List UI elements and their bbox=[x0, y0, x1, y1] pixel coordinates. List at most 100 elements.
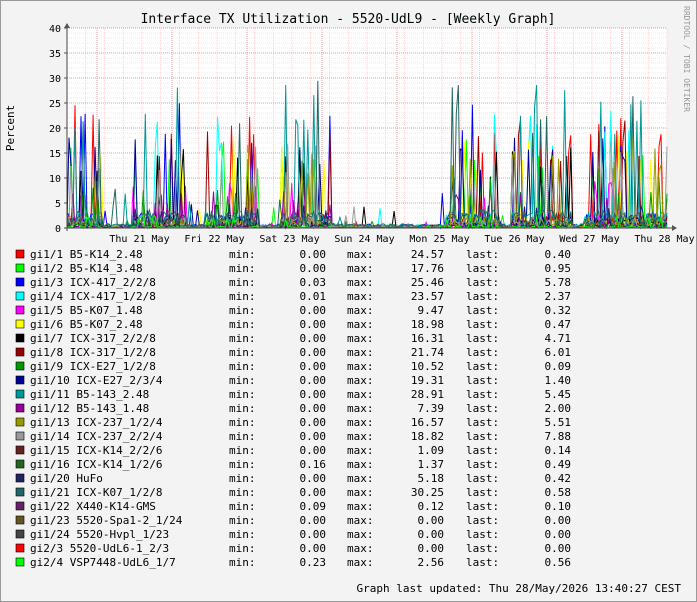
legend-name: gi1/3 ICX-417_2/2/8 bbox=[30, 276, 156, 289]
y-tick-label: 15 bbox=[49, 149, 61, 160]
y-tick-label: 25 bbox=[49, 99, 61, 110]
legend-max-label: max: bbox=[347, 262, 374, 275]
legend-swatch bbox=[15, 361, 25, 371]
legend-last-value: 4.71 bbox=[545, 332, 572, 345]
legend-min-label: min: bbox=[229, 304, 256, 317]
legend-min-value: 0.23 bbox=[300, 556, 327, 569]
legend-swatch bbox=[15, 403, 25, 413]
legend-min-label: min: bbox=[229, 542, 256, 555]
legend-swatch bbox=[15, 263, 25, 273]
legend-max-label: max: bbox=[347, 430, 374, 443]
y-tick-label: 30 bbox=[49, 74, 61, 85]
x-tick-label: Tue 26 May bbox=[484, 234, 544, 245]
legend-last-label: last: bbox=[466, 486, 499, 499]
legend-min-value: 0.00 bbox=[300, 430, 327, 443]
legend-min-value: 0.00 bbox=[300, 360, 327, 373]
legend-min-value: 0.03 bbox=[300, 276, 327, 289]
legend-last-label: last: bbox=[466, 458, 499, 471]
legend-min-label: min: bbox=[229, 486, 256, 499]
legend-max-value: 1.09 bbox=[418, 444, 445, 457]
legend-last-value: 0.42 bbox=[545, 472, 572, 485]
legend-last-label: last: bbox=[466, 290, 499, 303]
legend-last-value: 0.32 bbox=[545, 304, 572, 317]
legend-last-value: 0.47 bbox=[545, 318, 572, 331]
legend-last-value: 0.49 bbox=[545, 458, 572, 471]
legend-min-value: 0.00 bbox=[300, 374, 327, 387]
x-tick-label: Fri 22 May bbox=[184, 234, 244, 245]
legend-swatch bbox=[15, 277, 25, 287]
legend-min-label: min: bbox=[229, 514, 256, 527]
legend-name: gi1/2 B5-K14_3.48 bbox=[30, 262, 143, 275]
legend-name: gi1/5 B5-K07_1.48 bbox=[30, 304, 143, 317]
legend-name: gi1/15 ICX-K14_2/2/6 bbox=[30, 444, 162, 457]
legend-min-label: min: bbox=[229, 430, 256, 443]
legend-max-label: max: bbox=[347, 556, 374, 569]
legend-min-value: 0.00 bbox=[300, 542, 327, 555]
legend-last-label: last: bbox=[466, 542, 499, 555]
legend-last-label: last: bbox=[466, 388, 499, 401]
legend-min-label: min: bbox=[229, 472, 256, 485]
legend-swatch bbox=[15, 333, 25, 343]
legend-swatch bbox=[15, 375, 25, 385]
legend-min-value: 0.00 bbox=[300, 332, 327, 345]
legend-last-label: last: bbox=[466, 276, 499, 289]
legend-name: gi1/11 B5-143_2.48 bbox=[30, 388, 149, 401]
legend-last-label: last: bbox=[466, 556, 499, 569]
y-tick-label: 10 bbox=[49, 174, 61, 185]
legend-swatch bbox=[15, 459, 25, 469]
legend-max-value: 18.82 bbox=[411, 430, 444, 443]
legend-max-label: max: bbox=[347, 304, 374, 317]
legend-min-label: min: bbox=[229, 346, 256, 359]
legend-name: gi1/14 ICX-237_2/2/4 bbox=[30, 430, 163, 443]
legend-last-label: last: bbox=[466, 360, 499, 373]
legend-min-value: 0.16 bbox=[300, 458, 327, 471]
legend-last-label: last: bbox=[466, 262, 499, 275]
legend-max-label: max: bbox=[347, 486, 374, 499]
legend-last-label: last: bbox=[466, 500, 499, 513]
legend-min-value: 0.00 bbox=[300, 486, 327, 499]
legend-max-label: max: bbox=[347, 318, 374, 331]
legend-swatch bbox=[15, 249, 25, 259]
legend-max-value: 30.25 bbox=[411, 486, 444, 499]
legend-swatch bbox=[15, 389, 25, 399]
legend-min-value: 0.00 bbox=[300, 402, 327, 415]
legend-max-label: max: bbox=[347, 458, 374, 471]
legend-min-label: min: bbox=[229, 458, 256, 471]
legend-last-value: 7.88 bbox=[545, 430, 572, 443]
legend-min-value: 0.00 bbox=[300, 514, 327, 527]
legend-min-label: min: bbox=[229, 374, 256, 387]
legend-max-value: 16.57 bbox=[411, 416, 444, 429]
legend-max-value: 25.46 bbox=[411, 276, 444, 289]
legend-min-label: min: bbox=[229, 290, 256, 303]
legend-name: gi1/22 X440-K14-GMS bbox=[30, 500, 156, 513]
legend-min-value: 0.01 bbox=[300, 290, 327, 303]
rrd-graph: Interface TX Utilization - 5520-UdL9 - [… bbox=[0, 0, 697, 602]
legend-swatch bbox=[15, 417, 25, 427]
legend-min-label: min: bbox=[229, 402, 256, 415]
legend-max-value: 0.12 bbox=[418, 500, 445, 513]
legend-min-label: min: bbox=[229, 416, 256, 429]
legend-name: gi1/9 ICX-E27_1/2/8 bbox=[30, 360, 156, 373]
legend-max-value: 0.00 bbox=[418, 514, 445, 527]
legend-min-value: 0.00 bbox=[300, 262, 327, 275]
legend-min-label: min: bbox=[229, 318, 256, 331]
legend-min-value: 0.00 bbox=[300, 304, 327, 317]
legend-max-label: max: bbox=[347, 346, 374, 359]
legend-last-label: last: bbox=[466, 318, 499, 331]
legend-name: gi1/13 ICX-237_1/2/4 bbox=[30, 416, 163, 429]
legend-max-value: 18.98 bbox=[411, 318, 444, 331]
x-tick-label: Sat 23 May bbox=[259, 234, 319, 245]
legend-swatch bbox=[15, 501, 25, 511]
legend-min-label: min: bbox=[229, 276, 256, 289]
legend-max-value: 21.74 bbox=[411, 346, 444, 359]
legend-max-value: 23.57 bbox=[411, 290, 444, 303]
legend-swatch bbox=[15, 543, 25, 553]
legend-max-label: max: bbox=[347, 416, 374, 429]
legend-name: gi1/23 5520-Spa1-2_1/24 bbox=[30, 514, 183, 527]
legend-name: gi1/16 ICX-K14_1/2/6 bbox=[30, 458, 162, 471]
x-tick-label: Thu 28 May bbox=[634, 234, 694, 245]
legend-last-value: 0.09 bbox=[545, 360, 572, 373]
legend-last-value: 5.78 bbox=[545, 276, 572, 289]
y-tick-label: 5 bbox=[55, 199, 61, 210]
legend-name: gi1/10 ICX-E27_2/3/4 bbox=[30, 374, 163, 387]
